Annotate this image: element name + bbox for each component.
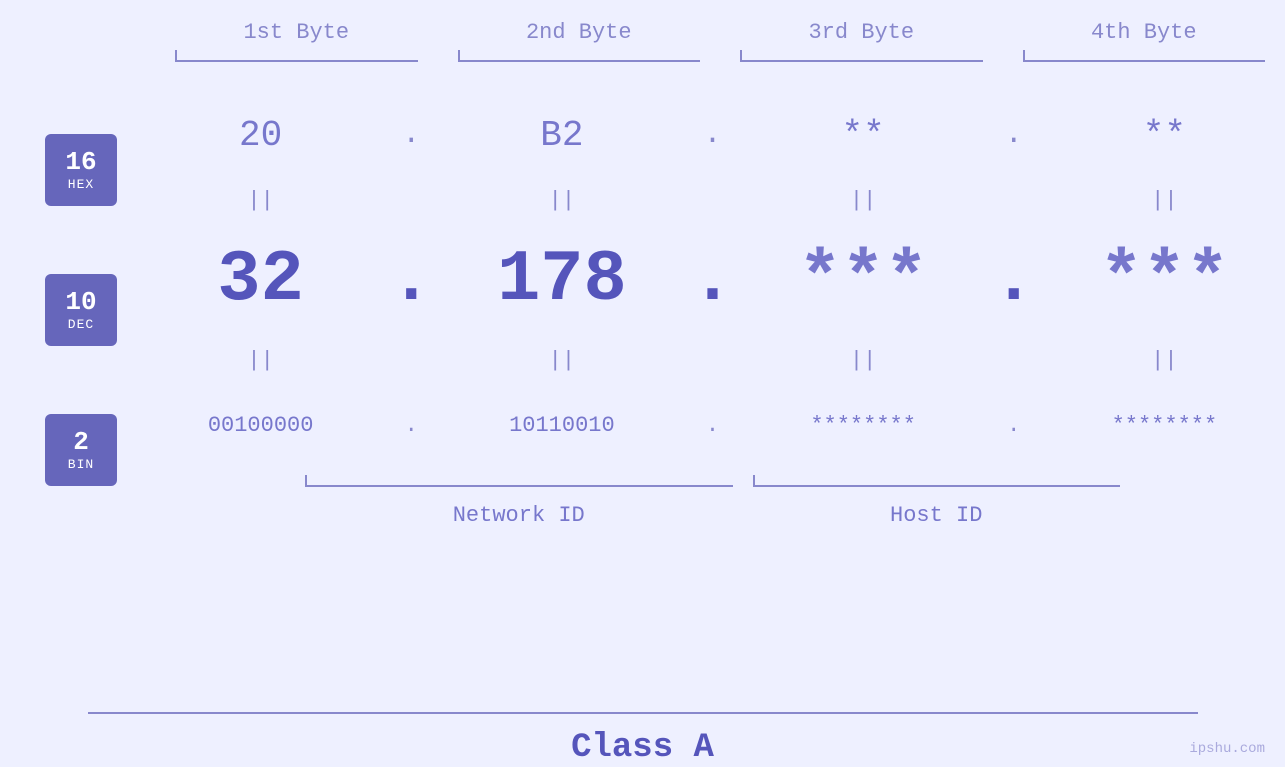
bin-badge-label: BIN — [68, 457, 94, 472]
hex-sep-3: . — [984, 118, 1044, 152]
bin-cell-3: ******** — [743, 413, 984, 438]
hex-sep-1: . — [381, 118, 441, 152]
hex-cell-2: B2 — [441, 115, 682, 156]
bracket-2 — [448, 50, 711, 70]
bin-value-4: ******** — [1112, 413, 1218, 438]
bin-badge: 2 BIN — [45, 414, 117, 486]
dec-value-2: 178 — [497, 239, 627, 321]
equals-row-1: || || || || — [140, 180, 1285, 220]
hex-badge: 16 HEX — [45, 134, 117, 206]
bin-value-3: ******** — [810, 413, 916, 438]
dec-value-3: *** — [798, 239, 928, 321]
host-bracket — [743, 475, 1131, 495]
equals-cell-1-2: || — [441, 188, 682, 213]
byte-4-header: 4th Byte — [1003, 20, 1285, 45]
dec-sep-3: . — [984, 239, 1044, 321]
dec-cell-3: *** — [743, 239, 984, 321]
host-id-label: Host ID — [743, 503, 1131, 528]
equals-cell-1-1: || — [140, 188, 381, 213]
equals-row-2: || || || || — [140, 340, 1285, 380]
byte-headers: 1st Byte 2nd Byte 3rd Byte 4th Byte — [0, 20, 1285, 45]
hex-value-3: ** — [842, 115, 885, 156]
grid-area: 20 . B2 . ** . ** — [140, 90, 1285, 528]
hex-sep-2: . — [683, 118, 743, 152]
equals-cell-2-3: || — [743, 348, 984, 373]
dec-value-1: 32 — [217, 239, 303, 321]
dec-sep-1: . — [381, 239, 441, 321]
dec-cell-2: 178 — [441, 239, 682, 321]
hex-cell-1: 20 — [140, 115, 381, 156]
bin-sep-1: . — [381, 413, 441, 438]
class-section: Class A — [0, 712, 1285, 767]
dec-cell-4: *** — [1044, 239, 1285, 321]
bottom-section: Network ID Host ID — [140, 475, 1285, 528]
top-brackets — [0, 50, 1285, 70]
byte-3-header: 3rd Byte — [720, 20, 1003, 45]
class-label: Class A — [571, 729, 714, 767]
bracket-4 — [1013, 50, 1276, 70]
dec-cell-1: 32 — [140, 239, 381, 321]
dec-badge-label: DEC — [68, 317, 94, 332]
badges-column: 16 HEX 10 DEC 2 BIN — [0, 100, 140, 520]
network-bracket — [295, 475, 743, 495]
dec-badge-number: 10 — [65, 288, 96, 317]
equals-cell-2-4: || — [1044, 348, 1285, 373]
bin-row: 00100000 . 10110010 . ******** . — [140, 380, 1285, 470]
bin-cell-4: ******** — [1044, 413, 1285, 438]
hex-value-1: 20 — [239, 115, 282, 156]
equals-cell-2-2: || — [441, 348, 682, 373]
main-container: 1st Byte 2nd Byte 3rd Byte 4th Byte 16 H… — [0, 0, 1285, 767]
bracket-1 — [165, 50, 428, 70]
byte-2-header: 2nd Byte — [438, 20, 721, 45]
dec-badge: 10 DEC — [45, 274, 117, 346]
network-id-label: Network ID — [295, 503, 743, 528]
byte-1-header: 1st Byte — [155, 20, 438, 45]
hex-row: 20 . B2 . ** . ** — [140, 90, 1285, 180]
bin-value-1: 00100000 — [208, 413, 314, 438]
dec-row: 32 . 178 . *** . *** — [140, 220, 1285, 340]
equals-cell-2-1: || — [140, 348, 381, 373]
bin-badge-number: 2 — [73, 428, 89, 457]
hex-badge-number: 16 — [65, 148, 96, 177]
equals-cell-1-3: || — [743, 188, 984, 213]
bin-value-2: 10110010 — [509, 413, 615, 438]
content-area: 16 HEX 10 DEC 2 BIN 20 . — [0, 90, 1285, 702]
id-labels: Network ID Host ID — [295, 503, 1130, 528]
bin-cell-2: 10110010 — [441, 413, 682, 438]
equals-cell-1-4: || — [1044, 188, 1285, 213]
hex-cell-4: ** — [1044, 115, 1285, 156]
hex-value-2: B2 — [540, 115, 583, 156]
hex-badge-label: HEX — [68, 177, 94, 192]
dec-sep-2: . — [683, 239, 743, 321]
class-line — [88, 712, 1198, 714]
bottom-brackets — [295, 475, 1130, 495]
watermark: ipshu.com — [1189, 741, 1265, 757]
bin-sep-2: . — [683, 413, 743, 438]
dec-value-4: *** — [1100, 239, 1230, 321]
bin-cell-1: 00100000 — [140, 413, 381, 438]
hex-cell-3: ** — [743, 115, 984, 156]
bin-sep-3: . — [984, 413, 1044, 438]
bracket-3 — [730, 50, 993, 70]
hex-value-4: ** — [1143, 115, 1186, 156]
